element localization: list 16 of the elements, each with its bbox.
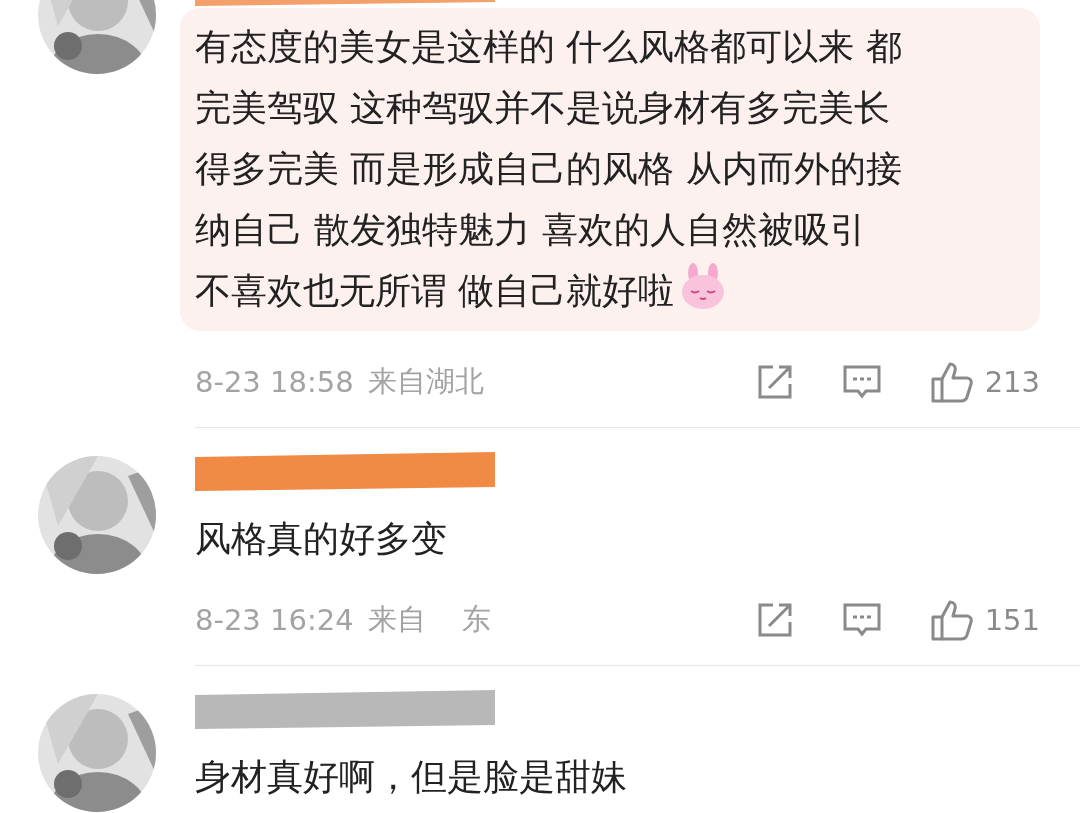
share-icon[interactable] [756, 364, 793, 400]
comment-text: 身材真好啊，但是脸是甜妹 [195, 755, 628, 799]
comment-location: 来自湖北 [367, 363, 484, 400]
comment-icon[interactable] [842, 603, 881, 637]
comment-location: 来自 [367, 601, 426, 638]
thumbs-up-icon[interactable] [930, 361, 973, 403]
thumbs-up-icon[interactable] [930, 599, 973, 641]
comment-text: 风格真的好多变 [195, 517, 448, 561]
comment-location: 东 [461, 601, 491, 638]
comment-text: 有态度的美女是这样的 什么风格都可以来 都 完美驾驭 这种驾驭并不是说身材有多完美长 得多完美 而是形成自己的风格 从内而外的接 纳自己 散发独特魅力 喜欢的人自然被吸引 不喜欢也无所谓 做自己就好啦 [195, 25, 903, 313]
like-count: 151 [984, 603, 1040, 637]
share-icon[interactable] [756, 602, 793, 638]
like-count: 213 [984, 365, 1040, 399]
comment-time: 8-23 16:24 [195, 603, 354, 637]
comment-time: 8-23 18:58 [195, 365, 354, 399]
comment-icon[interactable] [842, 365, 881, 399]
